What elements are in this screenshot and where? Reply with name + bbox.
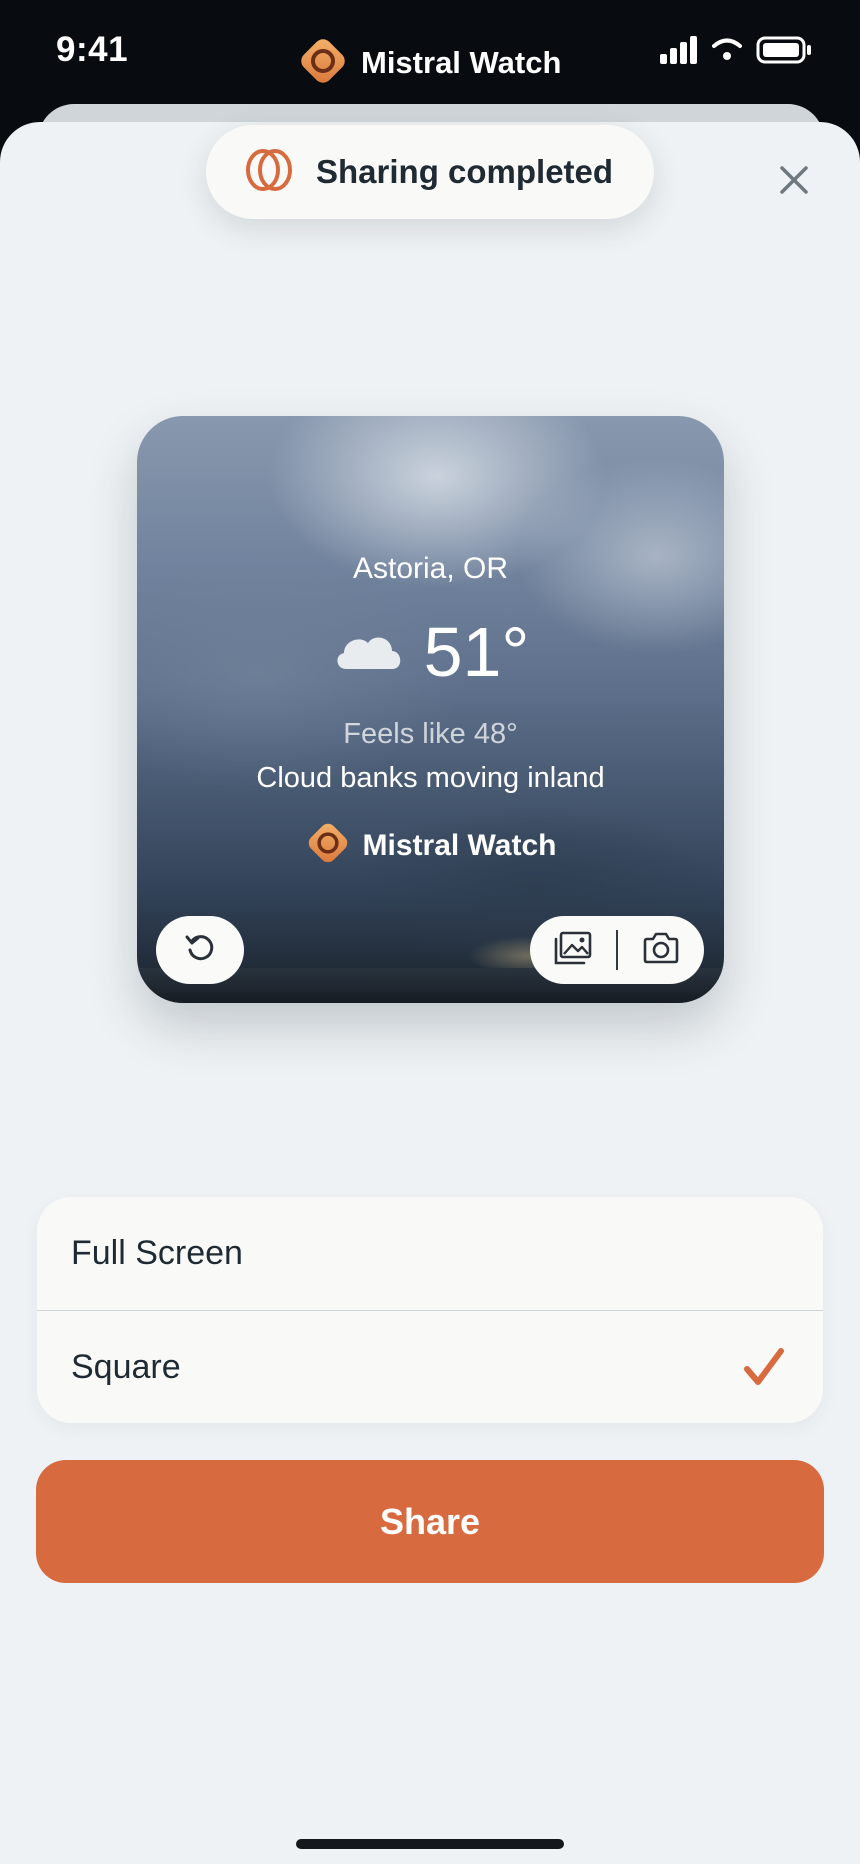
share-button-label: Share [379, 1500, 481, 1542]
option-full-screen[interactable]: Full Screen [37, 1197, 823, 1309]
close-icon [779, 165, 809, 200]
camera-button[interactable] [618, 916, 704, 984]
undo-icon [183, 931, 217, 970]
gallery-icon [554, 931, 592, 970]
gallery-button[interactable] [530, 916, 616, 984]
feels-like-label: Feels like 48° [343, 718, 518, 750]
camera-icon [642, 932, 680, 969]
signal-icon [660, 36, 698, 69]
system-icons [660, 36, 812, 69]
share-loop-icon [244, 147, 294, 198]
toast-message: Sharing completed [316, 153, 614, 190]
status-bar: 9:41 Mistral Watch [0, 0, 860, 110]
brand-logo-icon [305, 820, 351, 871]
checkmark-icon [743, 1347, 785, 1392]
location-label: Astoria, OR [352, 552, 509, 585]
brand-watermark: Mistral Watch [137, 820, 724, 871]
brand-name: Mistral Watch [362, 828, 557, 862]
wifi-icon [712, 38, 742, 67]
format-options-list: Full Screen Square [37, 1197, 823, 1423]
weather-preview-card: Astoria, OR 51° Feels like 48° Cloud ban… [137, 416, 724, 1003]
media-picker-group [530, 916, 704, 984]
option-label: Square [71, 1347, 181, 1386]
temperature-value: 51° [423, 613, 530, 691]
status-app-name: Mistral Watch [361, 45, 562, 80]
option-square[interactable]: Square [37, 1311, 823, 1423]
share-button[interactable]: Share [36, 1460, 824, 1583]
app-logo-icon [297, 35, 349, 92]
home-indicator[interactable] [296, 1839, 564, 1849]
condition-label: Cloud banks moving inland [256, 762, 605, 794]
option-label: Full Screen [71, 1233, 243, 1272]
temperature-row: 51° [137, 612, 724, 692]
sharing-toast: Sharing completed [206, 125, 654, 219]
status-time: 9:41 [56, 30, 129, 69]
close-button[interactable] [772, 160, 816, 204]
cloud-icon [332, 629, 404, 676]
reset-background-button[interactable] [156, 916, 244, 984]
battery-icon [756, 36, 812, 69]
status-app-indicator: Mistral Watch [297, 36, 561, 90]
